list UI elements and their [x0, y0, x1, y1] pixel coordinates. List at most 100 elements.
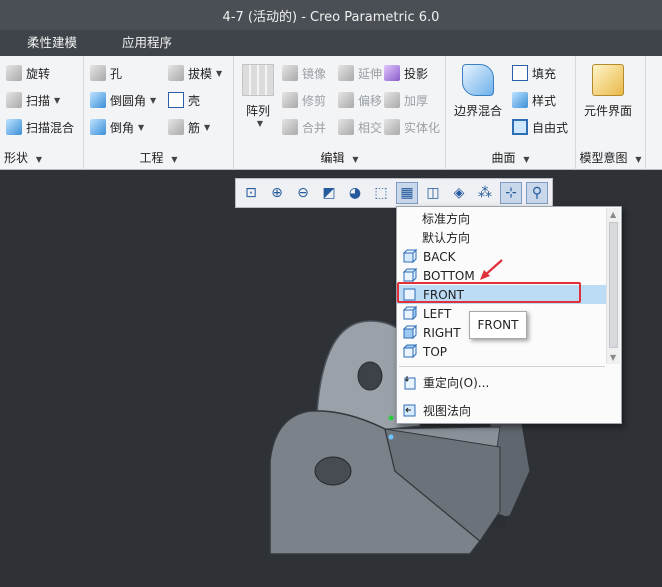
view-square-icon — [402, 287, 417, 302]
extend-label: 延伸 — [358, 66, 383, 81]
thicken-button[interactable]: 加厚 — [384, 89, 428, 111]
saved-orientations-icon[interactable]: ⬚ — [370, 182, 392, 204]
freestyle-button[interactable]: 自由式 — [512, 116, 568, 138]
chevron-down-icon: ▼ — [216, 68, 223, 78]
view-cube-icon — [402, 324, 418, 340]
menu-item-label: 标准方向 — [422, 212, 471, 226]
group-engineering-label[interactable]: 工程 ▼ — [84, 149, 233, 166]
menu-item-front[interactable]: FRONT — [397, 285, 607, 304]
group-model-intent: 元件界面 模型意图 ▼ — [576, 56, 646, 170]
solidify-label: 实体化 — [404, 120, 441, 135]
menu-item-label: LEFT — [423, 306, 452, 321]
rib-icon — [168, 119, 184, 135]
trim-icon — [282, 92, 298, 108]
menu-item-reorient[interactable]: 重定向(O)... — [397, 373, 607, 392]
chevron-down-icon: ▼ — [352, 155, 359, 164]
scroll-up-icon[interactable]: ▲ — [610, 210, 616, 219]
model-intent-label-text: 模型意图 — [579, 151, 628, 165]
menu-applications[interactable]: 应用程序 — [97, 30, 192, 56]
freestyle-label: 自由式 — [532, 120, 569, 135]
scrollbar-thumb[interactable] — [609, 222, 618, 348]
offset-label: 偏移 — [358, 93, 383, 108]
intersect-button[interactable]: 相交 — [338, 116, 382, 138]
chevron-down-icon: ▼ — [204, 122, 211, 132]
refit-icon[interactable]: ⊡ — [240, 182, 262, 204]
menu-item-default-orientation[interactable]: 默认方向 — [397, 228, 607, 247]
chevron-down-icon: ▼ — [138, 122, 145, 132]
mirror-icon — [282, 65, 298, 81]
pattern-button[interactable]: 阵列 ▼ — [242, 64, 274, 128]
revolve-button[interactable]: 旋转 — [6, 62, 50, 84]
solidify-button[interactable]: 实体化 — [384, 116, 440, 138]
datum-display-icon[interactable]: ⁂ — [474, 182, 496, 204]
appearance-icon[interactable]: ◈ — [448, 182, 470, 204]
component-interface-button[interactable]: 元件界面 — [584, 64, 632, 119]
menu-item-label: RIGHT — [423, 325, 461, 340]
shell-icon — [168, 92, 184, 108]
chamfer-label: 倒角 — [110, 120, 135, 135]
menu-scrollbar[interactable]: ▲ ▼ — [606, 208, 620, 364]
rib-button[interactable]: 筋 ▼ — [168, 116, 210, 138]
trim-button[interactable]: 修剪 — [282, 89, 326, 111]
draft-button[interactable]: 拔模 ▼ — [168, 62, 222, 84]
repaint-icon[interactable]: ◩ — [318, 182, 340, 204]
sweep-label: 扫描 — [26, 93, 51, 108]
tooltip: FRONT — [469, 311, 527, 339]
menu-item-view-normal[interactable]: 视图法向 — [397, 401, 607, 420]
offset-button[interactable]: 偏移 — [338, 89, 382, 111]
chevron-down-icon: ▼ — [256, 119, 264, 128]
style-label: 样式 — [532, 93, 557, 108]
group-edit-label[interactable]: 编辑 ▼ — [234, 149, 445, 166]
zoom-out-icon[interactable]: ⊖ — [292, 182, 314, 204]
round-button[interactable]: 倒圆角 ▼ — [90, 89, 156, 111]
menu-item-label: TOP — [423, 344, 448, 359]
extend-button[interactable]: 延伸 — [338, 62, 382, 84]
fill-button[interactable]: 填充 — [512, 62, 556, 84]
group-surface: 边界混合 填充 样式 自由式 曲面 ▼ — [446, 56, 576, 170]
chamfer-button[interactable]: 倒角 ▼ — [90, 116, 144, 138]
merge-label: 合并 — [302, 120, 327, 135]
project-icon — [384, 65, 400, 81]
menu-bar: 柔性建模 应用程序 — [0, 30, 662, 56]
draft-icon — [168, 65, 184, 81]
solidify-icon — [384, 119, 400, 135]
chevron-down-icon: ▼ — [35, 155, 42, 164]
hole-button[interactable]: 孔 — [90, 62, 122, 84]
swept-blend-label: 扫描混合 — [26, 120, 75, 135]
style-button[interactable]: 样式 — [512, 89, 556, 111]
offset-icon — [338, 92, 354, 108]
group-engineering: 孔 拔模 ▼ 倒圆角 ▼ 壳 倒角 ▼ 筋 ▼ 工程 ▼ — [84, 56, 234, 170]
group-surface-label[interactable]: 曲面 ▼ — [446, 149, 575, 166]
chevron-down-icon: ▼ — [171, 155, 178, 164]
group-model-intent-label[interactable]: 模型意图 ▼ — [576, 149, 645, 166]
surface-label-text: 曲面 — [491, 151, 516, 165]
pattern-icon — [242, 64, 274, 96]
annotation-arrow-icon — [480, 259, 503, 280]
menu-item-standard-orientation[interactable]: 标准方向 — [397, 209, 607, 228]
menu-item-label: BOTTOM — [423, 268, 475, 283]
named-views-icon[interactable]: ▦ — [396, 182, 418, 204]
menu-flexible-modeling[interactable]: 柔性建模 — [0, 30, 97, 56]
scroll-down-icon[interactable]: ▼ — [610, 353, 616, 362]
reorient-icon — [402, 375, 417, 390]
intersect-icon — [338, 119, 354, 135]
shell-button[interactable]: 壳 — [168, 89, 200, 111]
group-shape-label[interactable]: 形状 ▼ — [0, 149, 83, 166]
view-normal-icon — [402, 403, 417, 418]
mirror-button[interactable]: 镜像 — [282, 62, 326, 84]
component-interface-label: 元件界面 — [584, 104, 633, 118]
display-style-icon[interactable]: ◕ — [344, 182, 366, 204]
boundary-blend-label: 边界混合 — [454, 104, 503, 118]
zoom-in-icon[interactable]: ⊕ — [266, 182, 288, 204]
view-manager-icon[interactable]: ◫ — [422, 182, 444, 204]
spin-center-icon[interactable]: ⊹ — [500, 182, 522, 204]
round-icon — [90, 92, 106, 108]
annotation-display-icon[interactable]: ⚲ — [526, 182, 548, 204]
menu-item-top[interactable]: TOP — [397, 342, 607, 361]
project-button[interactable]: 投影 — [384, 62, 428, 84]
revolve-icon — [6, 65, 22, 81]
sweep-button[interactable]: 扫描 ▼ — [6, 89, 60, 111]
swept-blend-button[interactable]: 扫描混合 — [6, 116, 74, 138]
merge-button[interactable]: 合并 — [282, 116, 326, 138]
boundary-blend-button[interactable]: 边界混合 — [454, 64, 502, 119]
